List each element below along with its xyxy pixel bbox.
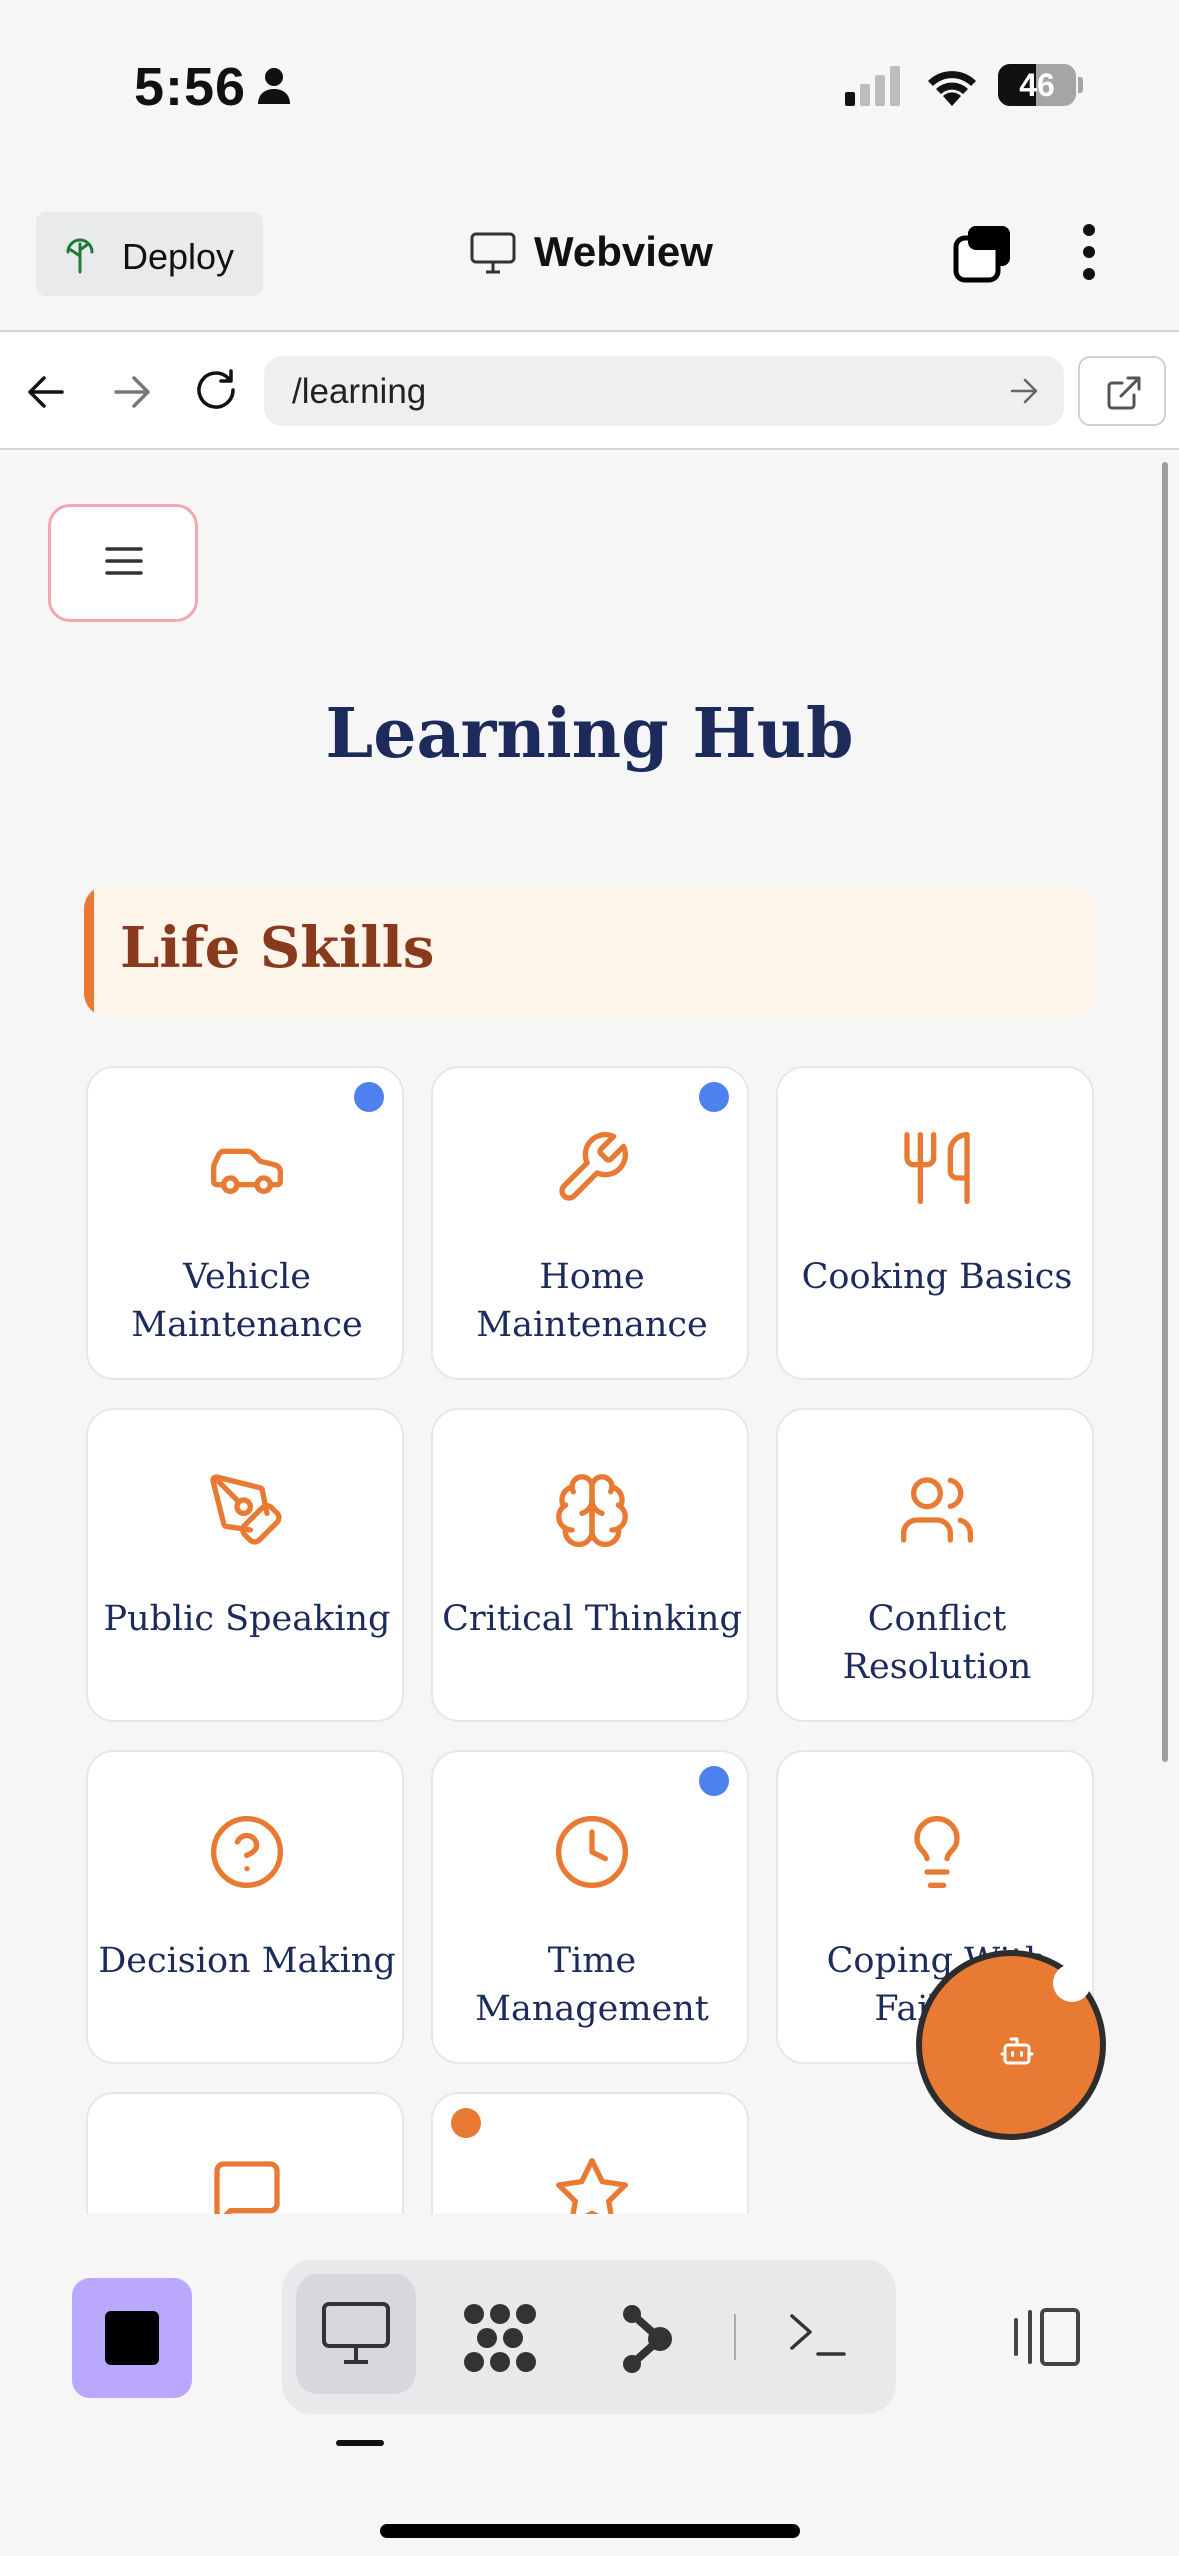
fab-status-dot	[1053, 1964, 1091, 2002]
dots-grid-icon[interactable]	[460, 2302, 540, 2374]
pen-tool-icon	[207, 1470, 287, 1550]
card-public-speaking[interactable]: Public Speaking	[86, 1408, 404, 1722]
notification-dot	[699, 1766, 729, 1796]
card-time-management[interactable]: Time Management	[431, 1750, 749, 2064]
card-label: Decision Making	[98, 1941, 396, 1981]
back-arrow-icon[interactable]	[26, 374, 66, 410]
clock-icon	[552, 1812, 632, 1892]
wifi-icon	[924, 64, 980, 106]
stop-button[interactable]	[72, 2278, 192, 2398]
card-critical-thinking[interactable]: Critical Thinking	[431, 1408, 749, 1722]
active-tab-indicator	[336, 2440, 384, 2446]
terminal-icon[interactable]	[788, 2310, 848, 2360]
deploy-label: Deploy	[122, 236, 235, 277]
card-label: Home Maintenance	[476, 1257, 708, 1345]
status-bar: 5:56 46	[0, 0, 1179, 180]
car-icon	[207, 1128, 287, 1208]
url-bar: /learning	[0, 332, 1179, 450]
card-label: Cooking Basics	[801, 1257, 1073, 1297]
card-cooking-basics[interactable]: Cooking Basics	[776, 1066, 1094, 1380]
card-label: Public Speaking	[103, 1599, 391, 1639]
more-vertical-icon[interactable]	[1072, 222, 1106, 282]
card-label: Conflict Resolution	[842, 1599, 1032, 1687]
hamburger-icon	[105, 547, 143, 575]
forward-arrow-icon[interactable]	[112, 374, 152, 410]
page-title: Learning Hub	[325, 694, 854, 774]
bottom-toolbar	[0, 2214, 1179, 2556]
notification-dot	[699, 1082, 729, 1112]
reload-icon[interactable]	[193, 368, 239, 414]
tree-icon	[62, 234, 98, 274]
card-partial-2[interactable]	[431, 2092, 749, 2214]
stop-icon	[105, 2311, 159, 2365]
home-indicator	[380, 2524, 800, 2538]
notification-dot	[354, 1082, 384, 1112]
section-title: Life Skills	[120, 915, 435, 981]
brain-icon	[552, 1470, 632, 1550]
view-switcher	[282, 2260, 896, 2414]
star-icon	[552, 2154, 632, 2214]
message-square-icon	[207, 2154, 287, 2214]
status-time: 5:56	[134, 57, 247, 117]
menu-button[interactable]	[48, 504, 198, 622]
card-decision-making[interactable]: Decision Making	[86, 1750, 404, 2064]
go-arrow-icon[interactable]	[1010, 378, 1038, 404]
card-label: Time Management	[475, 1941, 709, 2029]
external-link-icon	[1107, 376, 1141, 410]
notification-dot	[451, 2108, 481, 2138]
cellular-signal-icon	[845, 66, 903, 106]
lightbulb-icon	[897, 1812, 977, 1892]
bot-icon	[1000, 2037, 1034, 2065]
battery-icon: 46	[998, 64, 1076, 106]
card-conflict-resolution[interactable]: Conflict Resolution	[776, 1408, 1094, 1722]
url-input[interactable]: /learning	[264, 356, 1064, 426]
desktop-icon[interactable]	[296, 2274, 416, 2394]
card-vehicle-maintenance[interactable]: Vehicle Maintenance	[86, 1066, 404, 1380]
open-external-button[interactable]	[1078, 356, 1166, 426]
scrollbar[interactable]	[1162, 462, 1168, 1762]
section-header: Life Skills	[84, 885, 1094, 1017]
person-icon	[257, 67, 291, 105]
url-text: /learning	[292, 372, 427, 411]
deploy-button[interactable]: Deploy	[36, 212, 263, 296]
wrench-icon	[552, 1128, 632, 1208]
card-label: Vehicle Maintenance	[131, 1257, 363, 1345]
card-label: Critical Thinking	[442, 1599, 742, 1639]
card-partial-1[interactable]	[86, 2092, 404, 2214]
header-title: Webview	[534, 228, 713, 275]
graph-icon[interactable]	[618, 2304, 674, 2374]
panel-icon[interactable]	[1010, 2306, 1082, 2368]
utensils-icon	[897, 1128, 977, 1208]
help-circle-icon	[207, 1812, 287, 1892]
users-icon	[897, 1470, 977, 1550]
tabs-icon[interactable]	[952, 224, 1014, 284]
card-home-maintenance[interactable]: Home Maintenance	[431, 1066, 749, 1380]
monitor-icon	[470, 232, 516, 274]
battery-level: 46	[1019, 67, 1055, 103]
